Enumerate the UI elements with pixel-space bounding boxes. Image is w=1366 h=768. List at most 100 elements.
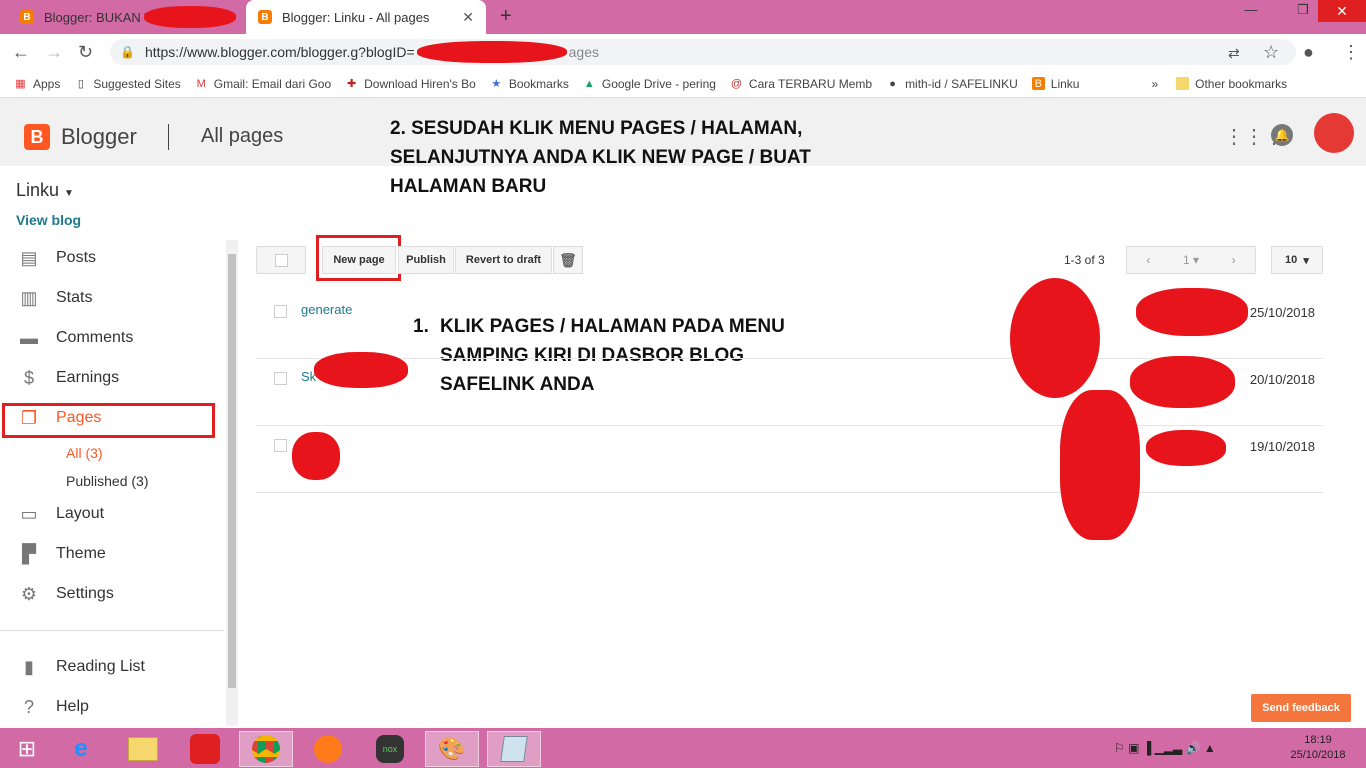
sidebar-item-theme[interactable]: ▛ Theme [18, 543, 106, 565]
per-page-value: 10 [1285, 254, 1298, 266]
page-date: 20/10/2018 [1249, 372, 1315, 387]
avatar[interactable] [1314, 113, 1354, 153]
send-feedback-button[interactable]: Send feedback [1251, 694, 1351, 722]
sidebar-item-stats[interactable]: ▥ Stats [18, 287, 92, 309]
app-name[interactable]: Blogger [61, 124, 137, 150]
app-icon [190, 734, 220, 764]
other-bookmarks[interactable]: Other bookmarks [1176, 77, 1287, 91]
blogger-icon: B [1031, 77, 1045, 90]
address-bar[interactable]: 🔒 https://www.blogger.com/blogger.g?blog… [110, 39, 1296, 65]
menu-icon[interactable]: ⋮ [1342, 42, 1360, 63]
blog-selector[interactable]: Linku ▼ [16, 180, 74, 201]
notifications-icon[interactable]: 🔔 [1271, 124, 1293, 146]
redaction-scribble [1060, 390, 1140, 540]
sidebar-item-settings[interactable]: ⚙ Settings [18, 583, 114, 605]
bookmark-label: mith-id / SAFELINKU [905, 76, 1018, 91]
bookmark-label: Other bookmarks [1195, 76, 1288, 91]
sidebar-subitem-all[interactable]: All (3) [66, 445, 103, 461]
taskbar-clock[interactable]: 18:19 25/10/2018 [1286, 733, 1350, 763]
forward-icon[interactable]: → [45, 42, 63, 63]
layout-icon: ▭ [20, 503, 38, 524]
caret-down-icon: ▼ [64, 188, 74, 199]
taskbar-nox[interactable]: nox [363, 731, 417, 767]
url-text: https://www.blogger.com/blogger.g?blogID… [144, 44, 415, 60]
sidebar-item-reading-list[interactable]: ▮ Reading List [18, 656, 145, 678]
translate-icon[interactable]: ⇄ [1228, 45, 1240, 62]
lock-icon: 🔒 [120, 45, 135, 59]
bookmark-cara[interactable]: @ Cara TERBARU Memb [730, 77, 872, 91]
sidebar-scrollbar-thumb[interactable] [228, 254, 236, 688]
trash-icon[interactable]: 🗑 [553, 246, 583, 274]
sidebar-item-label: Help [56, 698, 89, 715]
back-icon[interactable]: ← [12, 42, 30, 63]
maximize-icon[interactable]: ❐ [1288, 2, 1318, 18]
revert-to-draft-button[interactable]: Revert to draft [455, 246, 552, 274]
select-all-checkbox[interactable] [256, 246, 306, 274]
page-select[interactable]: 1 ▾ [1170, 253, 1213, 267]
star-icon: ★ [491, 78, 502, 90]
bookmark-label: Cara TERBARU Memb [748, 76, 873, 91]
folder-icon [1176, 77, 1190, 90]
redaction-scribble [314, 352, 408, 388]
redaction-scribble [416, 41, 567, 63]
taskbar-paint[interactable]: 🎨 [425, 731, 479, 767]
row-checkbox[interactable] [274, 305, 287, 318]
start-button[interactable]: ⊞ [0, 731, 54, 767]
taskbar-app[interactable] [178, 731, 232, 767]
help-icon: ? [23, 696, 34, 717]
sidebar-item-label: Posts [56, 249, 97, 266]
per-page-select[interactable]: 10 ▾ [1271, 246, 1323, 274]
row-checkbox[interactable] [274, 439, 287, 452]
sidebar-item-comments[interactable]: ▬ Comments [18, 327, 133, 349]
bookmark-linku[interactable]: B Linku [1031, 77, 1079, 91]
window-close-icon[interactable]: ✕ [1318, 0, 1366, 22]
page-icon: ▯ [77, 78, 84, 90]
bookmark-suggested[interactable]: ▯ Suggested Sites [74, 77, 181, 91]
dollar-icon: $ [23, 367, 34, 388]
page-title-link[interactable]: generate [301, 302, 352, 317]
prev-page-icon[interactable]: ‹ [1127, 253, 1170, 267]
bookmark-label: Google Drive - pering [601, 76, 716, 91]
bookmark-apps[interactable]: ▦ Apps [14, 77, 60, 91]
taskbar-explorer[interactable] [116, 731, 170, 767]
bookmark-gmail[interactable]: M Gmail: Email dari Goo [195, 77, 331, 91]
sidebar-item-label: Reading List [56, 658, 145, 675]
redaction-scribble [292, 432, 340, 480]
url-tail: ages [568, 44, 599, 60]
more-bookmarks[interactable]: » [1151, 77, 1158, 91]
next-page-icon[interactable]: › [1212, 253, 1255, 267]
row-checkbox[interactable] [274, 372, 287, 385]
bookmark-star-icon[interactable]: ☆ [1263, 42, 1279, 63]
profile-icon[interactable]: ● [1303, 42, 1314, 63]
reload-icon[interactable]: ↻ [78, 42, 93, 63]
browser-tab-2[interactable]: B Blogger: Linku - All pages ✕ [246, 0, 486, 34]
blog-name: Linku [16, 180, 60, 200]
taskbar-chrome[interactable] [239, 731, 293, 767]
minimize-icon[interactable]: — [1236, 2, 1266, 17]
hirens-icon: ✚ [347, 78, 357, 90]
stats-icon: ▥ [20, 287, 38, 308]
taskbar-firefox[interactable] [301, 731, 355, 767]
taskbar-notes[interactable] [487, 731, 541, 767]
close-tab-icon[interactable]: ✕ [462, 9, 474, 26]
bookmark-bookmarks[interactable]: ★ Bookmarks [490, 77, 568, 91]
drive-icon: ▲ [583, 77, 595, 90]
current-page: 1 [1182, 253, 1190, 267]
sidebar-item-label: Comments [56, 329, 134, 346]
new-tab-button[interactable]: + [500, 5, 512, 28]
view-blog-link[interactable]: View blog [16, 212, 81, 228]
bookmark-drive[interactable]: ▲ Google Drive - pering [583, 77, 716, 91]
sidebar-item-help[interactable]: ? Help [18, 696, 89, 718]
publish-button[interactable]: Publish [398, 246, 454, 274]
taskbar-ie[interactable]: e [54, 731, 108, 767]
bookmark-hirens[interactable]: ✚ Download Hiren's Bo [345, 77, 476, 91]
sidebar-subitem-published[interactable]: Published (3) [66, 473, 149, 489]
sidebar-item-earnings[interactable]: $ Earnings [18, 367, 119, 389]
bookmark-github[interactable]: ● mith-id / SAFELINKU [886, 77, 1018, 91]
blogger-logo-icon[interactable]: B [24, 124, 50, 150]
sidebar-item-layout[interactable]: ▭ Layout [18, 503, 104, 525]
sidebar-item-posts[interactable]: ▤ Posts [18, 247, 96, 269]
comments-icon: ▬ [20, 327, 38, 348]
tray-icons[interactable]: ⚐ ▣ ▐ ▁▂▃ 🔊 ▲ [1114, 741, 1216, 755]
apps-grid-icon: ▦ [15, 78, 26, 90]
